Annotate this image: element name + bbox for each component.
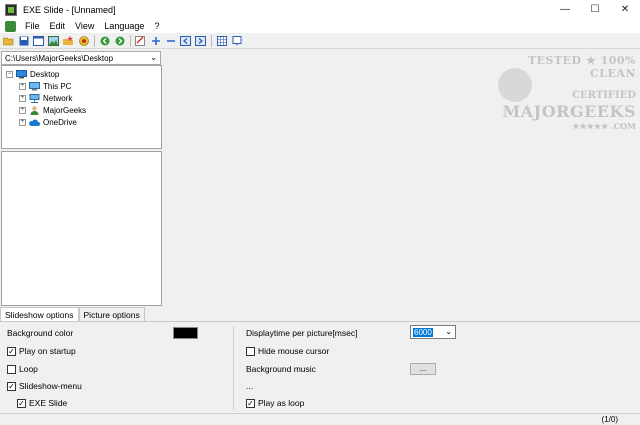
cloud-icon — [29, 118, 40, 127]
tree-item-network[interactable]: + Network — [19, 92, 72, 104]
status-count: (1/0) — [601, 415, 618, 424]
folder-star-icon[interactable] — [63, 35, 74, 46]
background-music-label: Background music — [246, 364, 316, 374]
slideshow-options-panel: Background color ✓ Play on startup Loop … — [0, 321, 640, 413]
exe-slide-label: EXE Slide — [29, 398, 68, 408]
move-left-icon[interactable] — [180, 35, 191, 46]
chevron-down-icon[interactable]: ⌄ — [150, 53, 157, 62]
options-divider — [233, 326, 234, 410]
music-path: ... — [246, 381, 254, 391]
window-icon[interactable] — [33, 35, 44, 46]
maximize-button[interactable]: ☐ — [580, 0, 610, 19]
play-on-startup-checkbox[interactable]: ✓ — [7, 346, 16, 356]
slideshow-menu-checkbox[interactable]: ✓ — [7, 381, 16, 391]
play-on-startup-label: Play on startup — [19, 346, 76, 356]
hide-mouse-option[interactable]: Hide mouse cursor — [246, 346, 329, 356]
app-menu-icon[interactable] — [5, 20, 16, 32]
play-as-loop-checkbox[interactable]: ✓ — [246, 398, 255, 408]
path-dropdown[interactable]: C:\Users\MajorGeeks\Desktop ⌄ — [1, 51, 161, 65]
tree-item-onedrive[interactable]: + OneDrive — [19, 116, 77, 128]
folder-tree: − Desktop + This PC + Network + MajorGee… — [1, 65, 162, 149]
open-folder-icon[interactable] — [3, 35, 14, 46]
expand-icon[interactable]: + — [19, 106, 26, 114]
app-icon — [5, 3, 17, 16]
slideshow-menu-option[interactable]: ✓ Slideshow-menu — [7, 381, 82, 391]
tree-item-label: OneDrive — [43, 117, 77, 127]
options-tabs: Slideshow options Picture options — [0, 307, 145, 321]
file-list[interactable] — [1, 151, 162, 306]
play-as-loop-option[interactable]: ✓ Play as loop — [246, 398, 304, 408]
tree-item-majorgeeks[interactable]: + MajorGeeks — [19, 104, 86, 116]
path-value: C:\Users\MajorGeeks\Desktop — [5, 53, 114, 63]
record-icon[interactable] — [78, 35, 89, 46]
remove-icon[interactable] — [165, 35, 176, 46]
minimize-button[interactable]: — — [550, 0, 580, 19]
loop-option[interactable]: Loop — [7, 364, 38, 374]
add-icon[interactable] — [150, 35, 161, 46]
network-icon — [29, 93, 40, 103]
menu-file[interactable]: File — [20, 21, 45, 31]
help-icon[interactable] — [231, 35, 242, 46]
nav-forward-icon[interactable] — [114, 35, 125, 46]
menu-view[interactable]: View — [70, 21, 99, 31]
hide-mouse-label: Hide mouse cursor — [258, 346, 330, 356]
save-icon[interactable] — [18, 35, 29, 46]
tree-item-label: Network — [43, 93, 73, 103]
toolbar-separator — [130, 34, 131, 47]
tree-item-desktop[interactable]: − Desktop — [6, 68, 59, 80]
collapse-icon[interactable]: − — [6, 70, 13, 78]
watermark-line3: MAJORGEEKS — [502, 102, 636, 121]
menu-bar: File Edit View Language ? — [0, 19, 640, 33]
play-on-startup-option[interactable]: ✓ Play on startup — [7, 346, 76, 356]
toolbar-separator — [94, 34, 95, 47]
tab-picture-options[interactable]: Picture options — [78, 307, 145, 321]
grid-icon[interactable] — [216, 35, 227, 46]
expand-icon[interactable]: + — [19, 118, 26, 126]
title-bar: EXE Slide - [Unnamed] — ☐ ✕ — [0, 0, 640, 19]
tree-item-label: Desktop — [30, 69, 60, 79]
window-controls: — ☐ ✕ — [550, 0, 640, 19]
toolbar-separator — [211, 34, 212, 47]
menu-edit[interactable]: Edit — [45, 21, 71, 31]
play-as-loop-label: Play as loop — [258, 398, 305, 408]
expand-icon[interactable]: + — [19, 94, 26, 102]
loop-checkbox[interactable] — [7, 364, 16, 374]
exe-slide-option[interactable]: ✓ EXE Slide — [17, 398, 67, 408]
tree-item-this-pc[interactable]: + This PC — [19, 80, 71, 92]
image-icon[interactable] — [48, 35, 59, 46]
loop-label: Loop — [19, 364, 38, 374]
status-bar: (1/0) — [0, 413, 640, 425]
computer-icon — [29, 81, 40, 91]
tab-slideshow-options[interactable]: Slideshow options — [0, 307, 79, 321]
window-title: EXE Slide - [Unnamed] — [23, 4, 116, 15]
tree-item-label: This PC — [43, 81, 72, 91]
displaytime-label: Displaytime per picture[msec] — [246, 328, 358, 338]
toolbar — [0, 33, 640, 49]
background-color-swatch[interactable] — [173, 327, 198, 339]
user-icon — [29, 105, 40, 115]
slideshow-menu-label: Slideshow-menu — [19, 381, 82, 391]
watermark-badge — [498, 68, 532, 102]
exe-slide-checkbox[interactable]: ✓ — [17, 398, 26, 408]
hide-mouse-checkbox[interactable] — [246, 346, 255, 356]
close-button[interactable]: ✕ — [610, 0, 640, 19]
watermark-logo: TESTED ★ 100% CLEAN CERTIFIED MAJORGEEKS… — [496, 54, 636, 132]
preview-area: TESTED ★ 100% CLEAN CERTIFIED MAJORGEEKS… — [163, 50, 640, 306]
displaytime-value: 6000 — [413, 327, 433, 337]
chevron-down-icon[interactable]: ⌄ — [445, 327, 452, 336]
image-edit-icon[interactable] — [135, 35, 146, 46]
browse-music-button[interactable]: ... — [410, 363, 436, 375]
expand-icon[interactable]: + — [19, 82, 26, 90]
menu-help[interactable]: ? — [149, 21, 164, 31]
desktop-icon — [16, 69, 27, 79]
background-color-label: Background color — [7, 328, 74, 338]
tree-item-label: MajorGeeks — [43, 105, 87, 115]
watermark-stars: ★★★★★ .COM — [572, 121, 636, 131]
menu-language[interactable]: Language — [99, 21, 149, 31]
nav-back-icon[interactable] — [99, 35, 110, 46]
move-right-icon[interactable] — [195, 35, 206, 46]
displaytime-select[interactable]: 6000 ⌄ — [410, 325, 456, 339]
